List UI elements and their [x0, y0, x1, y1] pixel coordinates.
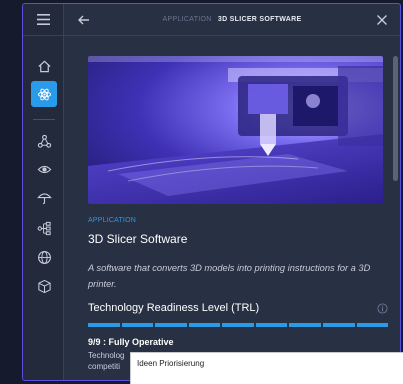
nav-flow-button[interactable]	[31, 215, 57, 241]
nav-insights-button[interactable]	[31, 156, 57, 182]
atom-icon	[37, 88, 51, 100]
3d-printer-illustration	[88, 56, 383, 204]
close-icon[interactable]	[374, 12, 390, 28]
cube-icon	[37, 279, 51, 293]
nav-risk-button[interactable]	[31, 184, 57, 210]
application-details: APPLICATION 3D Slicer Software A softwar…	[88, 217, 389, 372]
trl-segment	[255, 323, 288, 327]
menu-icon	[36, 14, 50, 25]
detail-title: 3D Slicer Software	[88, 232, 188, 246]
detail-description: A software that converts 3D models into …	[88, 263, 371, 289]
nav-applications-button[interactable]	[31, 81, 57, 107]
home-icon	[37, 60, 51, 72]
nav-global-button[interactable]	[31, 244, 57, 270]
flow-icon	[37, 221, 51, 235]
nav-products-button[interactable]	[31, 273, 57, 299]
trl-label: Technology Readiness Level (TRL)	[88, 302, 260, 314]
info-icon[interactable]	[377, 302, 388, 314]
panel-header: APPLICATION 3D SLICER SOFTWARE	[64, 4, 400, 36]
icon-rail	[23, 4, 64, 380]
trl-status: 9/9 : Fully Operative	[88, 337, 174, 347]
trl-header: Technology Readiness Level (TRL)	[88, 302, 388, 314]
back-arrow-icon[interactable]	[76, 12, 92, 28]
panel-scrollbar[interactable]	[393, 56, 398, 181]
umbrella-icon	[36, 192, 52, 204]
trl-segment	[322, 323, 355, 327]
eye-icon	[37, 165, 51, 173]
detail-eyebrow: APPLICATION	[88, 217, 136, 224]
trl-segment	[88, 323, 120, 327]
trl-segment	[121, 323, 154, 327]
menu-button[interactable]	[23, 4, 63, 36]
header-title: APPLICATION 3D SLICER SOFTWARE	[163, 16, 302, 23]
detail-panel: APPLICATION 3D SLICER SOFTWARE APPLICATI…	[64, 4, 400, 380]
nav-home-button[interactable]	[31, 53, 57, 79]
header-eyebrow: APPLICATION	[162, 16, 212, 23]
trl-segment	[155, 323, 187, 327]
network-icon	[37, 134, 51, 148]
globe-icon	[37, 250, 51, 264]
trl-segment	[222, 323, 254, 327]
trl-segment	[188, 323, 221, 327]
hero-image	[88, 56, 383, 204]
header-main-title: 3D SLICER SOFTWARE	[217, 16, 302, 23]
trl-segment	[289, 323, 321, 327]
rail-divider	[33, 119, 55, 120]
priority-popup[interactable]: Ideen Priorisierung	[130, 352, 403, 384]
nav-network-button[interactable]	[31, 128, 57, 154]
app-window: APPLICATION 3D SLICER SOFTWARE APPLICATI…	[22, 3, 401, 381]
trl-progress-bar	[88, 323, 389, 327]
trl-segment	[356, 323, 389, 327]
popup-title: Ideen Priorisierung	[137, 359, 205, 368]
